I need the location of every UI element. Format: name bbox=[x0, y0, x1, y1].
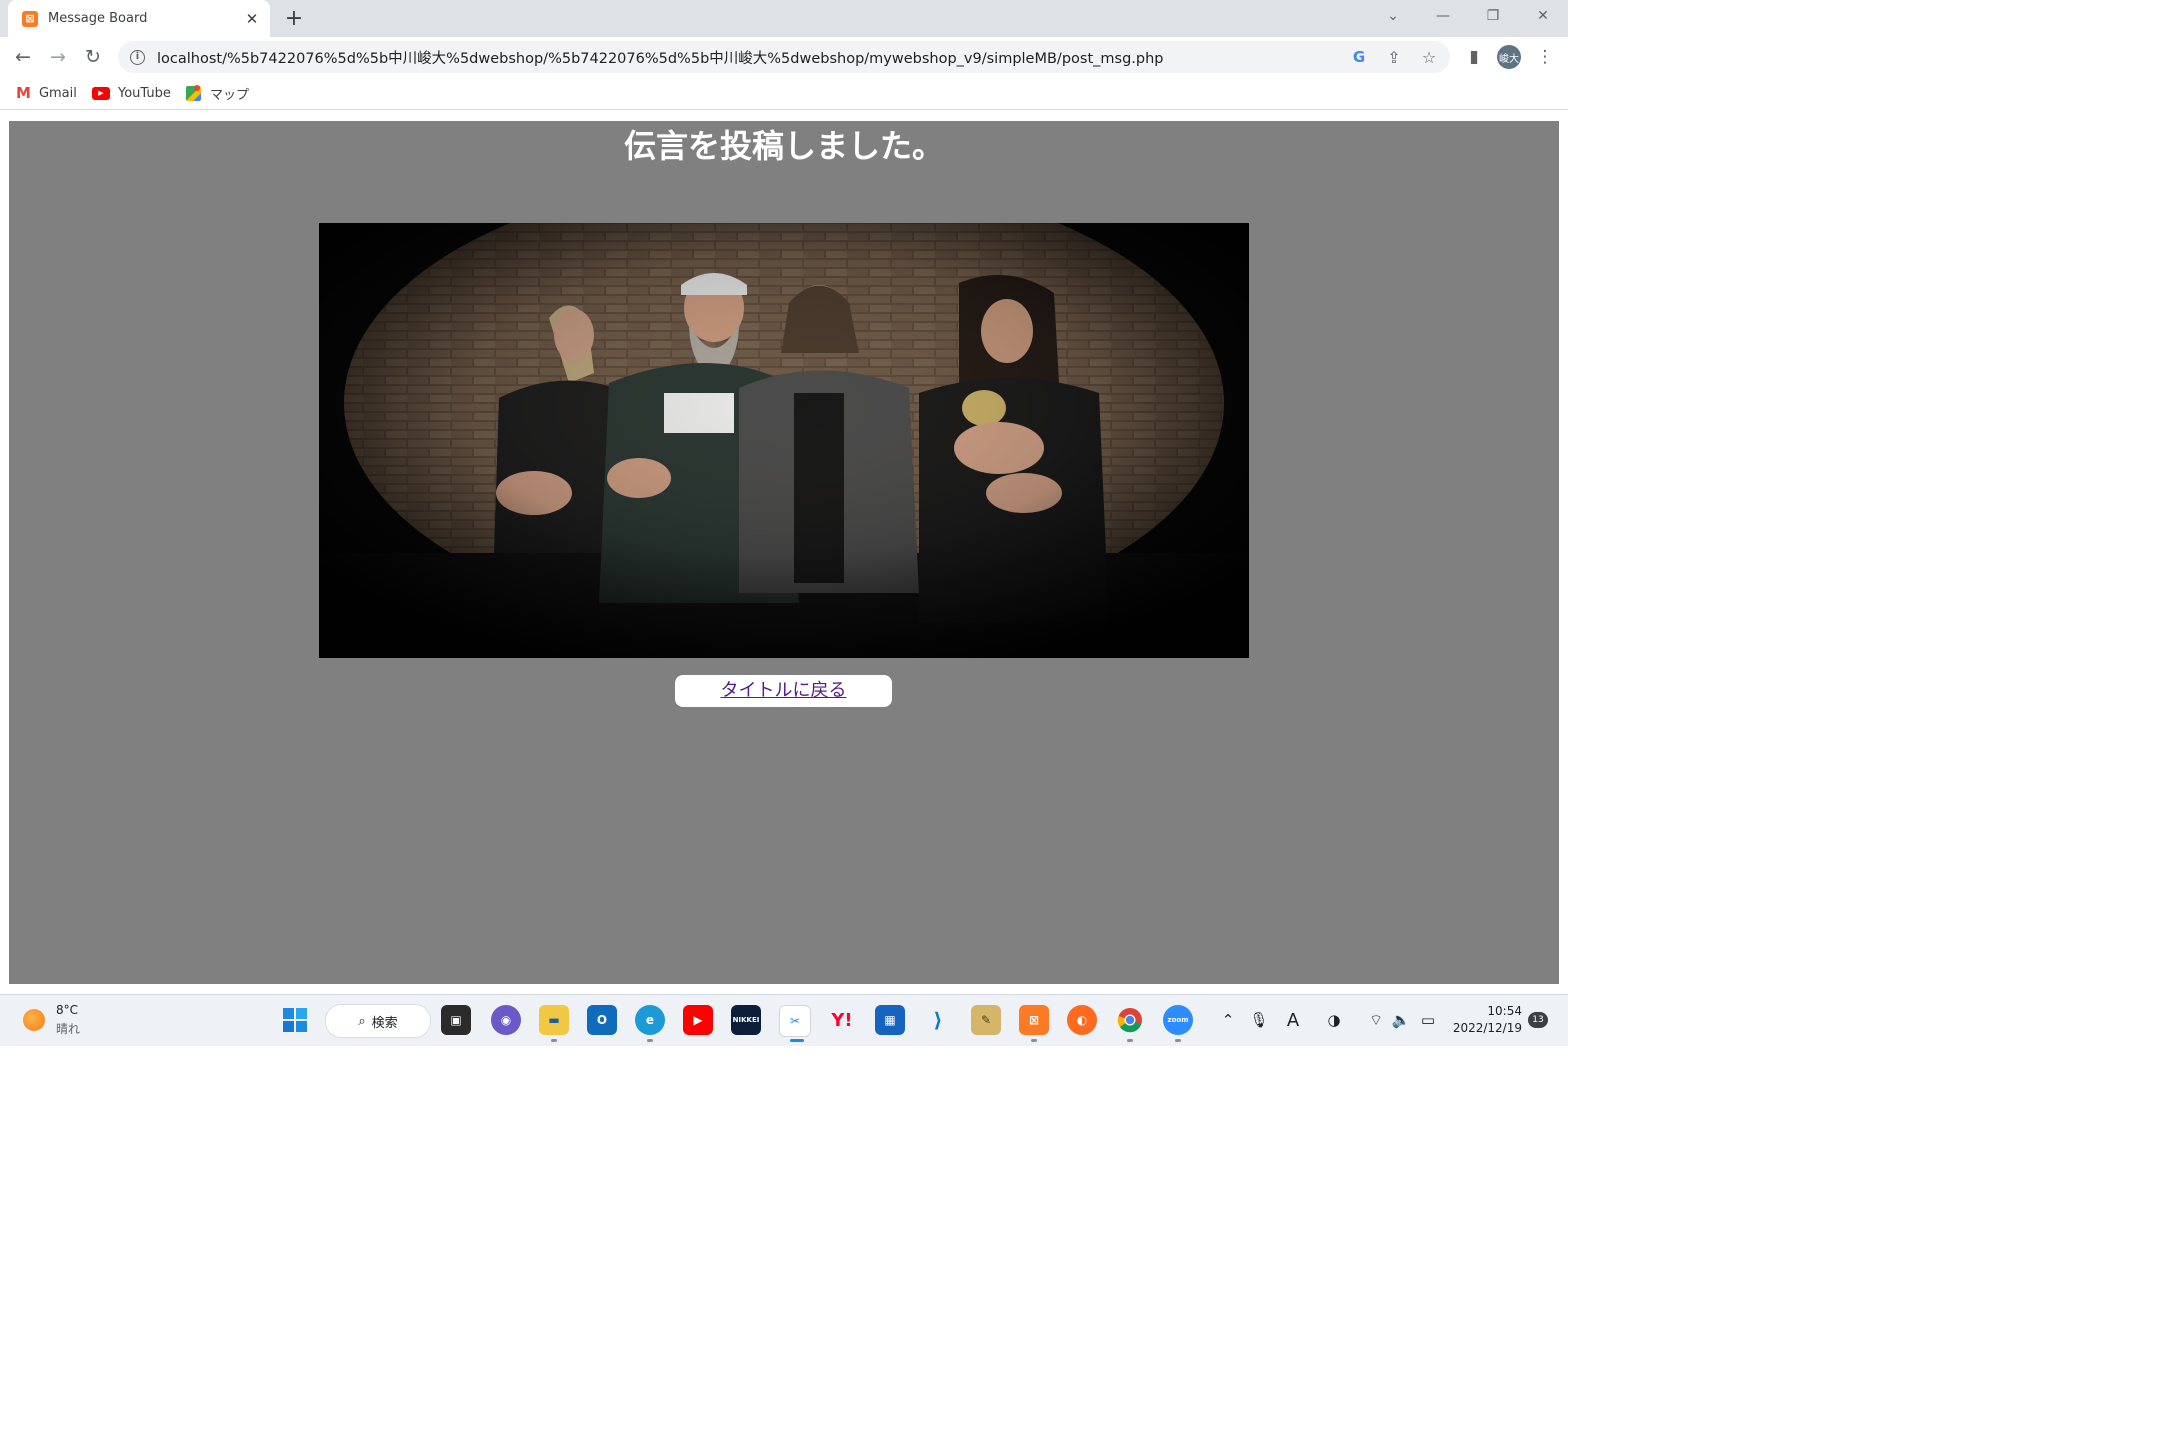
focus-icon[interactable]: ◑ bbox=[1322, 1008, 1346, 1032]
yahoo-icon[interactable]: Y! bbox=[827, 1005, 857, 1035]
weather-icon[interactable] bbox=[23, 1009, 45, 1031]
back-to-title-button[interactable]: タイトルに戻る bbox=[675, 675, 892, 707]
band-photo bbox=[319, 223, 1249, 658]
search-icon: ⌕ bbox=[358, 1013, 366, 1029]
youtube-icon: ▶ bbox=[92, 86, 110, 100]
tab-message-board[interactable]: ⊠ Message Board ✕ bbox=[8, 0, 270, 37]
page-body: 伝言を投稿しました。 タイトルに戻る bbox=[9, 121, 1559, 984]
minimize-button[interactable]: — bbox=[1418, 0, 1468, 32]
share-icon[interactable]: ⇪ bbox=[1380, 43, 1408, 71]
tab-strip: ⊠ Message Board ✕ + ⌄ — ❐ ✕ bbox=[0, 0, 1568, 37]
snipping-tool-icon[interactable]: ✂ bbox=[779, 1005, 811, 1037]
clock-date: 2022/12/19 bbox=[1452, 1021, 1522, 1035]
running-indicator bbox=[551, 1039, 557, 1042]
window-close-button[interactable]: ✕ bbox=[1518, 0, 1568, 32]
bookmark-label: Gmail bbox=[38, 85, 77, 101]
google-lens-icon[interactable]: G bbox=[1345, 43, 1373, 71]
battery-icon[interactable]: ▭ bbox=[1416, 1008, 1440, 1032]
bookmark-gmail[interactable]: M Gmail bbox=[16, 82, 77, 104]
wifi-icon[interactable]: ⌔ bbox=[1364, 1008, 1388, 1032]
side-panel-icon[interactable]: ▮ bbox=[1459, 42, 1489, 72]
store-icon[interactable]: ▦ bbox=[875, 1005, 905, 1035]
xampp-app-icon[interactable]: ⊠ bbox=[1019, 1005, 1049, 1035]
url-text[interactable]: localhost/%5b7422076%5d%5b中川峻大%5dwebshop… bbox=[157, 47, 1345, 68]
running-indicator bbox=[1127, 1039, 1133, 1042]
search-label: 検索 bbox=[371, 1015, 398, 1031]
site-info-icon[interactable]: i bbox=[130, 49, 145, 65]
maps-icon bbox=[186, 84, 201, 101]
bookmarks-bar: M Gmail ▶ YouTube マップ bbox=[0, 77, 1568, 110]
zoom-icon[interactable]: zoom bbox=[1163, 1005, 1193, 1035]
running-indicator bbox=[1175, 1039, 1181, 1042]
bookmark-maps[interactable]: マップ bbox=[186, 82, 249, 104]
page-viewport: 伝言を投稿しました。 タイトルに戻る bbox=[0, 110, 1568, 994]
reload-icon[interactable]: ↻ bbox=[78, 42, 108, 72]
file-explorer-icon[interactable]: ▬ bbox=[539, 1005, 569, 1035]
taskbar: 8°C 晴れ ⌕ 検索 ▣ ◉ ▬ O e ▶ NIKKEI ✂ Y! ▦ ⟩ … bbox=[0, 994, 1568, 1046]
forward-icon[interactable]: → bbox=[43, 42, 73, 72]
microphone-icon[interactable]: 🎙 bbox=[1247, 1008, 1271, 1032]
page-title: 伝言を投稿しました。 bbox=[623, 127, 944, 165]
back-to-title-link[interactable]: タイトルに戻る bbox=[721, 676, 847, 702]
xampp-icon: ⊠ bbox=[22, 10, 38, 27]
restore-button[interactable]: ❐ bbox=[1468, 0, 1518, 32]
active-indicator bbox=[790, 1039, 804, 1042]
new-tab-button[interactable]: + bbox=[282, 6, 306, 31]
bookmark-label: YouTube bbox=[118, 85, 171, 101]
vscode-icon[interactable]: ⟩ bbox=[923, 1005, 953, 1035]
teams-chat-icon[interactable]: ◉ bbox=[491, 1005, 521, 1035]
tab-search-icon[interactable]: ⌄ bbox=[1368, 0, 1418, 32]
notification-badge[interactable]: 13 bbox=[1528, 1012, 1548, 1028]
start-icon[interactable] bbox=[280, 1005, 310, 1035]
tab-title: Message Board bbox=[48, 11, 148, 26]
outlook-icon[interactable]: O bbox=[587, 1005, 617, 1035]
firefox-icon[interactable]: ◐ bbox=[1067, 1005, 1097, 1035]
close-icon[interactable]: ✕ bbox=[240, 7, 264, 31]
running-indicator bbox=[1031, 1039, 1037, 1042]
menu-icon[interactable]: ⋮ bbox=[1530, 42, 1560, 72]
gmail-icon: M bbox=[16, 84, 31, 102]
volume-icon[interactable]: 🔈 bbox=[1389, 1008, 1413, 1032]
notepad-icon[interactable]: ✎ bbox=[971, 1005, 1001, 1035]
back-icon[interactable]: ← bbox=[8, 42, 38, 72]
weather-temp[interactable]: 8°C bbox=[56, 1003, 78, 1017]
address-bar[interactable]: i localhost/%5b7422076%5d%5b中川峻大%5dwebsh… bbox=[118, 41, 1450, 73]
task-view-icon[interactable]: ▣ bbox=[441, 1005, 471, 1035]
profile-avatar[interactable]: 峻大 bbox=[1497, 45, 1521, 69]
nikkei-icon[interactable]: NIKKEI bbox=[731, 1005, 761, 1035]
edge-icon[interactable]: e bbox=[635, 1005, 665, 1035]
chevron-up-icon[interactable]: ⌃ bbox=[1216, 1008, 1240, 1032]
browser-toolbar: ← → ↻ i localhost/%5b7422076%5d%5b中川峻大%5… bbox=[0, 37, 1568, 77]
bookmark-label: マップ bbox=[210, 87, 250, 103]
youtube-app-icon[interactable]: ▶ bbox=[683, 1005, 713, 1035]
taskbar-search[interactable]: ⌕ 検索 bbox=[325, 1004, 431, 1038]
ime-icon[interactable]: A bbox=[1281, 1008, 1305, 1032]
weather-condition[interactable]: 晴れ bbox=[56, 1020, 80, 1037]
taskbar-clock[interactable]: 10:54 2022/12/19 bbox=[1450, 1003, 1522, 1037]
running-indicator bbox=[647, 1039, 653, 1042]
chrome-icon[interactable] bbox=[1115, 1005, 1145, 1035]
clock-time: 10:54 bbox=[1487, 1004, 1522, 1018]
bookmark-star-icon[interactable]: ☆ bbox=[1415, 43, 1443, 71]
bookmark-youtube[interactable]: ▶ YouTube bbox=[92, 82, 171, 104]
